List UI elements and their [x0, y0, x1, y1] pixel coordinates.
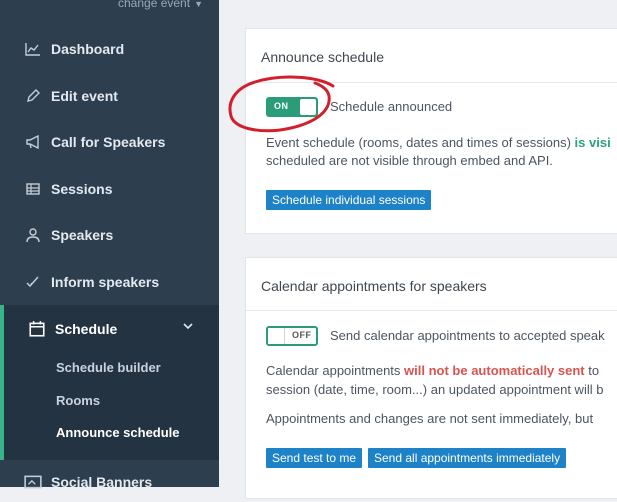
- chevron-down-icon: [183, 321, 193, 334]
- sidebar-item-social-banners[interactable]: Social Banners: [0, 462, 219, 502]
- card-title: Announce schedule: [261, 49, 384, 65]
- table-icon: [24, 180, 42, 198]
- text-segment: to: [584, 363, 600, 378]
- card-title: Calendar appointments for speakers: [261, 278, 487, 294]
- text-segment: Calendar appointments: [266, 363, 405, 378]
- sidebar-item-label: Call for Speakers: [51, 134, 166, 150]
- calendar-info-line-1: Calendar appointments will not be automa…: [266, 363, 599, 378]
- sidebar-item-edit-event[interactable]: Edit event: [0, 76, 219, 116]
- sidebar-subitem-announce-schedule[interactable]: Announce schedule: [56, 425, 180, 440]
- sidebar-item-speakers[interactable]: Speakers: [0, 215, 219, 255]
- schedule-visibility-text-2: scheduled are not visible through embed …: [266, 153, 553, 168]
- user-icon: [24, 226, 42, 244]
- toggle-knob: [268, 328, 285, 344]
- sidebar-subitem-schedule-builder[interactable]: Schedule builder: [56, 360, 161, 375]
- chart-icon: [24, 40, 42, 58]
- toggle-description: Schedule announced: [330, 99, 453, 114]
- toggle-state-label: ON: [274, 101, 289, 111]
- toggle-description: Send calendar appointments to accepted s…: [330, 328, 605, 343]
- toggle-knob: [300, 99, 316, 115]
- sidebar-item-label: Sessions: [51, 181, 113, 197]
- change-event-label: change event: [118, 0, 191, 10]
- check-icon: [24, 273, 42, 291]
- sidebar-item-inform-speakers[interactable]: Inform speakers: [0, 262, 219, 302]
- megaphone-icon: [24, 133, 42, 151]
- send-all-appointments-button[interactable]: Send all appointments immediately: [368, 448, 567, 468]
- sidebar-item-label: Dashboard: [51, 41, 125, 57]
- schedule-individual-sessions-button[interactable]: Schedule individual sessions: [266, 190, 432, 210]
- calendar-info-line-2: session (date, time, room...) an updated…: [266, 382, 604, 397]
- sidebar-item-label: Social Banners: [51, 474, 153, 490]
- change-event-dropdown[interactable]: change event ▼: [118, 0, 203, 10]
- divider: [246, 82, 617, 83]
- divider: [246, 310, 617, 311]
- sidebar: change event ▼ Dashboard Edit event Call …: [0, 0, 219, 490]
- caret-down-icon: ▼: [194, 0, 203, 9]
- sidebar-item-label: Speakers: [51, 227, 114, 243]
- sidebar-item-schedule[interactable]: Schedule: [0, 309, 219, 349]
- sidebar-item-label: Edit event: [51, 88, 118, 104]
- calendar-icon: [28, 320, 46, 338]
- sidebar-subitem-rooms[interactable]: Rooms: [56, 393, 100, 408]
- image-icon: [24, 473, 42, 491]
- sidebar-item-label: Inform speakers: [51, 274, 160, 290]
- text-segment: Event schedule (rooms, dates and times o…: [266, 135, 575, 150]
- calendar-appointments-toggle[interactable]: OFF: [266, 326, 318, 346]
- sidebar-item-call-for-speakers[interactable]: Call for Speakers: [0, 122, 219, 162]
- pencil-icon: [24, 87, 42, 105]
- send-test-button[interactable]: Send test to me: [266, 448, 363, 468]
- sidebar-group-schedule: Schedule Schedule builder Rooms Announce…: [0, 305, 219, 460]
- schedule-announced-toggle[interactable]: ON: [266, 97, 318, 117]
- sidebar-item-label: Schedule: [55, 321, 118, 337]
- main-content: Announce schedule ON Schedule announced …: [219, 0, 617, 499]
- calendar-info-line-3: Appointments and changes are not sent im…: [266, 411, 594, 426]
- schedule-visibility-text: Event schedule (rooms, dates and times o…: [266, 135, 611, 150]
- sidebar-item-sessions[interactable]: Sessions: [0, 169, 219, 209]
- toggle-state-label: OFF: [292, 330, 312, 340]
- sidebar-item-dashboard[interactable]: Dashboard: [0, 29, 219, 69]
- announce-schedule-card: Announce schedule ON Schedule announced …: [245, 28, 617, 234]
- highlight-visible: is visi: [574, 135, 611, 150]
- highlight-not-sent: will not be automatically sent: [404, 363, 585, 378]
- calendar-appointments-card: Calendar appointments for speakers OFF S…: [245, 257, 617, 499]
